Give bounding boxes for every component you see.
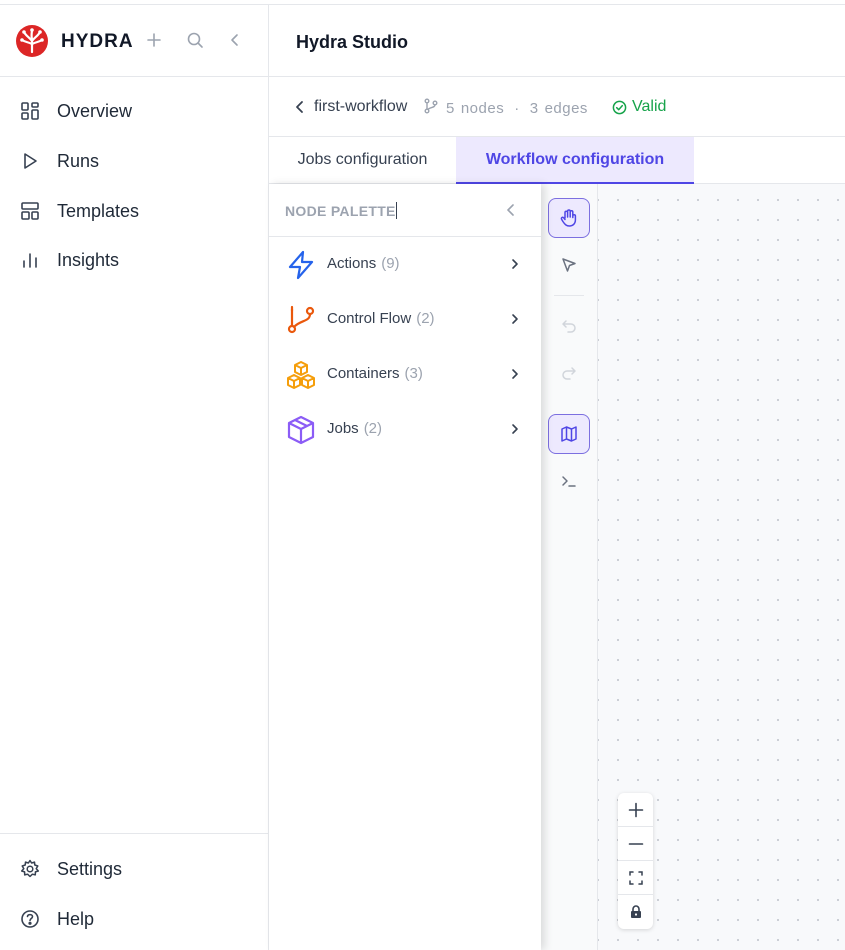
hand-icon[interactable]: [548, 198, 590, 238]
palette-title: NODE PALETTE: [285, 203, 396, 219]
sidebar: HYDRA Overview Runs Templates Insights S…: [0, 5, 269, 950]
plus-icon[interactable]: [143, 29, 165, 51]
terminal-icon[interactable]: [548, 461, 590, 501]
palette-item-count: (2): [416, 310, 435, 327]
tab-jobs-configuration[interactable]: Jobs configuration: [269, 137, 456, 183]
hydra-logo-icon: [15, 24, 49, 58]
sidebar-item-help[interactable]: Help: [0, 897, 268, 941]
chevron-right-icon: [507, 365, 523, 383]
lock-icon[interactable]: [618, 895, 653, 929]
sidebar-item-label: Templates: [57, 200, 140, 221]
sidebar-item-label: Overview: [57, 100, 133, 121]
toolbar-divider: [554, 295, 584, 296]
sidebar-footer: Settings Help: [0, 833, 268, 950]
chevron-left-icon[interactable]: [502, 200, 520, 220]
redo-icon[interactable]: [548, 353, 590, 393]
package-icon: [285, 414, 317, 446]
zoom-in-icon[interactable]: [618, 793, 653, 827]
play-icon: [19, 150, 41, 172]
palette-item-label: Actions: [327, 255, 377, 272]
palette-item-text: Actions (9): [327, 255, 400, 272]
page-title: Hydra Studio: [296, 32, 409, 52]
zoom-controls: [618, 793, 653, 929]
palette-item-control-flow[interactable]: Control Flow (2): [269, 295, 541, 343]
chevron-right-icon: [507, 310, 523, 328]
pointer-icon[interactable]: [548, 245, 590, 285]
sidebar-item-overview[interactable]: Overview: [0, 89, 268, 133]
palette-item-count: (3): [404, 365, 423, 382]
sidebar-item-label: Settings: [57, 858, 123, 879]
workflow-stats: 5 nodes · 3 edges: [424, 98, 594, 118]
chevron-right-icon: [507, 255, 523, 273]
gear-icon: [19, 858, 41, 880]
fit-view-icon[interactable]: [618, 861, 653, 895]
text-cursor: [395, 202, 397, 219]
edges-count: 3: [529, 99, 539, 117]
palette-item-count: (2): [363, 420, 383, 437]
chevron-left-icon[interactable]: [291, 97, 309, 117]
brand-name: HYDRA: [61, 31, 134, 52]
search-icon[interactable]: [184, 29, 206, 51]
sidebar-item-label: Insights: [57, 249, 120, 270]
stats-separator: ·: [514, 99, 520, 117]
palette-title-wrap: NODE PALETTE: [285, 202, 397, 219]
nodes-count: 5: [446, 99, 455, 117]
lightning-icon: [285, 249, 317, 281]
sidebar-item-label: Help: [57, 908, 95, 929]
chevron-right-icon: [507, 420, 523, 438]
palette-item-text: Control Flow (2): [327, 310, 435, 327]
palette-item-text: Jobs (2): [327, 420, 382, 437]
canvas-toolbar: [541, 184, 598, 950]
tab-workflow-configuration[interactable]: Workflow configuration: [456, 137, 694, 184]
bar-chart-icon: [19, 249, 41, 271]
palette-item-label: Containers: [327, 365, 400, 382]
palette-item-label: Jobs: [327, 420, 359, 437]
undo-icon[interactable]: [548, 306, 590, 346]
git-branch-icon: [285, 304, 317, 336]
sidebar-item-settings[interactable]: Settings: [0, 847, 268, 891]
boxes-icon: [285, 359, 317, 391]
status-badge: Valid: [612, 98, 666, 116]
workflow-bar: first-workflow 5 nodes · 3 edges Valid: [269, 77, 845, 137]
palette-item-jobs[interactable]: Jobs (2): [269, 405, 541, 453]
map-icon[interactable]: [548, 414, 590, 454]
node-palette: NODE PALETTE Actions (9) Control Flow (2) …: [269, 184, 541, 950]
zoom-out-icon[interactable]: [618, 827, 653, 861]
sidebar-item-templates[interactable]: Templates: [0, 189, 268, 233]
palette-item-containers[interactable]: Containers (3): [269, 350, 541, 398]
palette-item-label: Control Flow: [327, 310, 412, 327]
layout-icon: [19, 200, 41, 222]
edges-label: edges: [544, 99, 588, 117]
check-circle-icon: [612, 100, 627, 115]
main-header: Hydra Studio: [269, 5, 845, 77]
collapse-sidebar-icon[interactable]: [224, 29, 246, 51]
nodes-label: nodes: [460, 99, 505, 117]
sidebar-item-label: Runs: [57, 150, 100, 171]
palette-item-text: Containers (3): [327, 365, 423, 382]
grid-icon: [19, 100, 41, 122]
status-text: Valid: [632, 98, 667, 115]
palette-item-actions[interactable]: Actions (9): [269, 240, 541, 288]
sidebar-item-runs[interactable]: Runs: [0, 139, 268, 183]
workflow-name[interactable]: first-workflow: [314, 98, 407, 116]
tab-bar: Jobs configuration Workflow configuratio…: [269, 137, 845, 184]
help-circle-icon: [19, 908, 41, 930]
brand-row: HYDRA: [0, 5, 268, 77]
git-branch-icon: [424, 98, 438, 118]
palette-header: NODE PALETTE: [269, 184, 541, 237]
palette-item-count: (9): [381, 255, 400, 272]
sidebar-item-insights[interactable]: Insights: [0, 238, 268, 282]
